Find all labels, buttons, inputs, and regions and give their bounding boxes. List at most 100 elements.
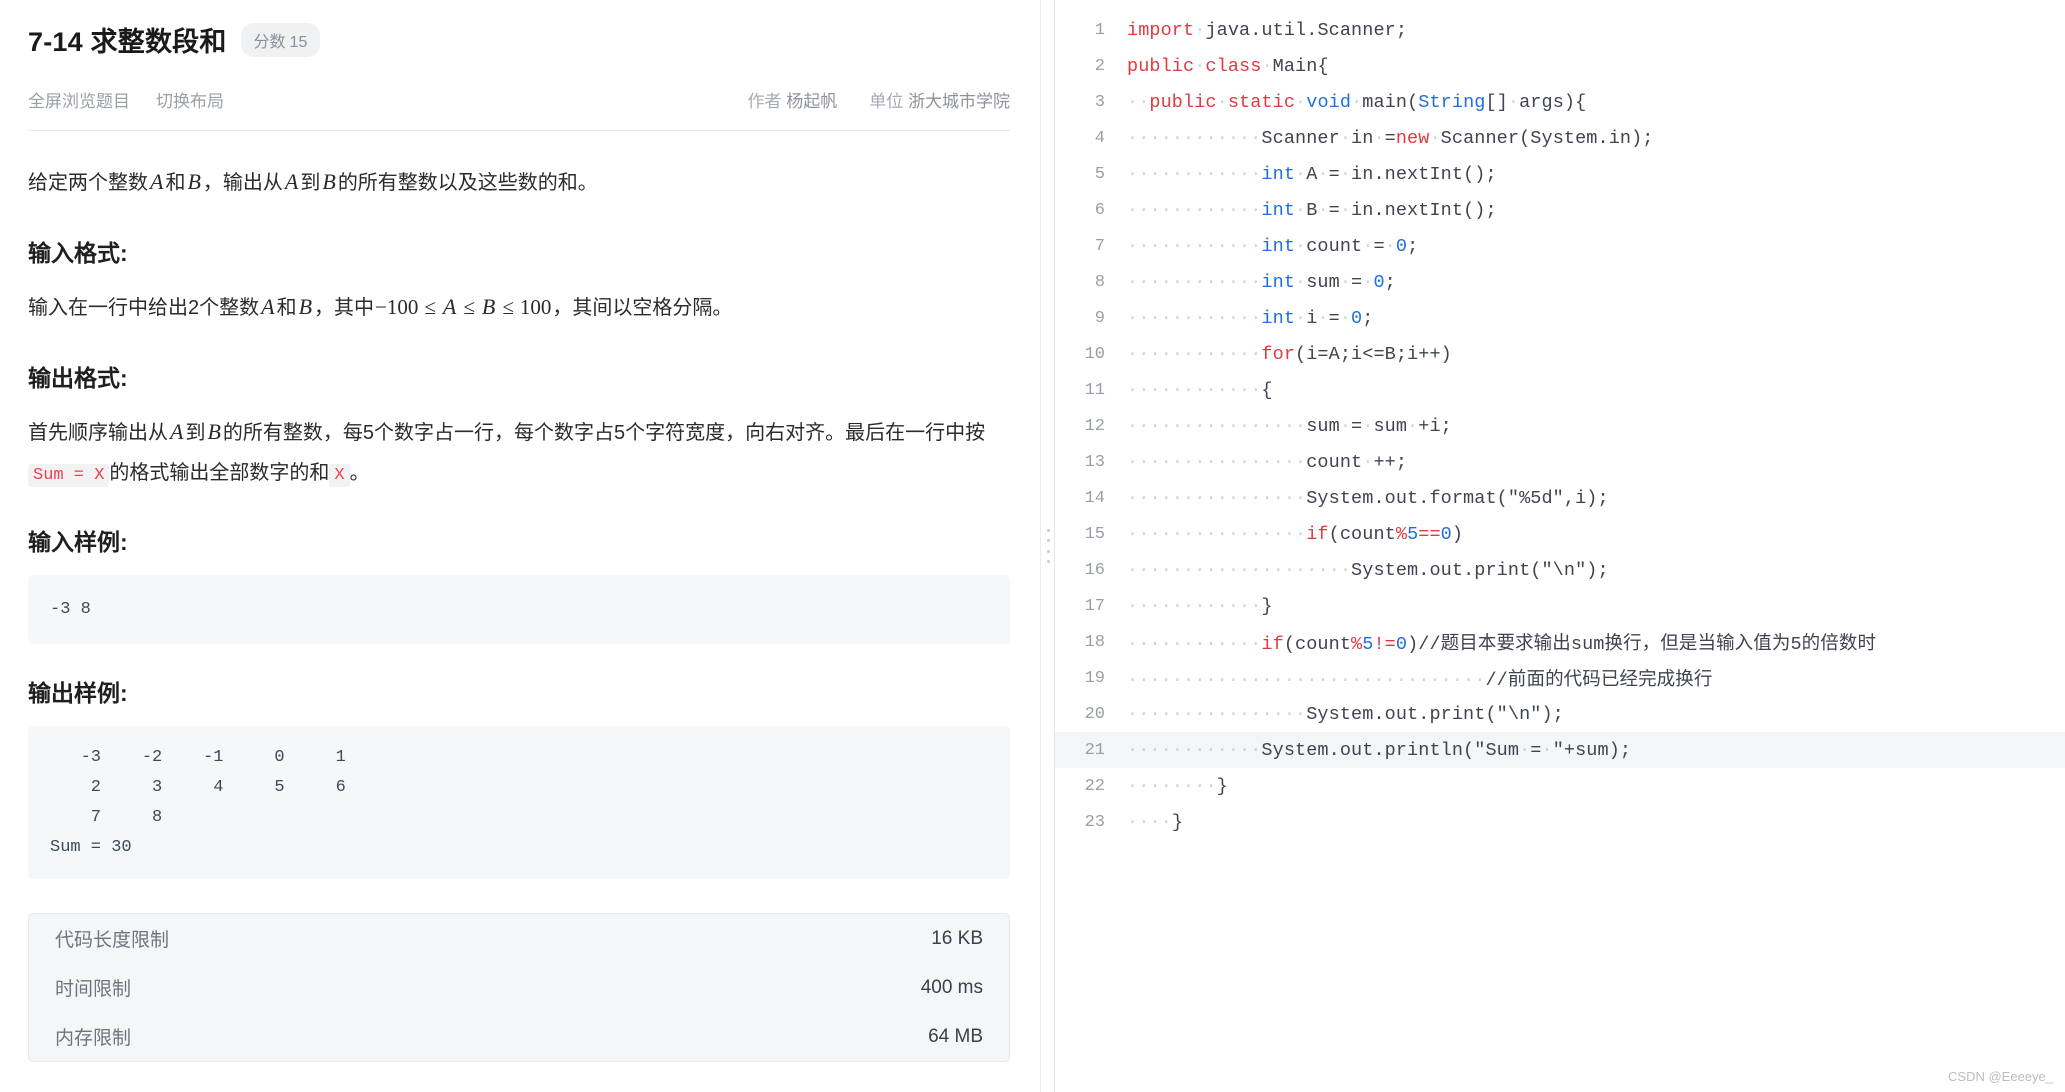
code-line-text[interactable]: ········} xyxy=(1127,776,1228,797)
limit-value: 16 KB xyxy=(931,927,983,949)
code-line[interactable]: 11 ············{ xyxy=(1055,372,2065,408)
out-text-3: 的所有整数，每5个数字占一行，每个数字占5个字符宽度，向右对齐。最后在一行中按 xyxy=(222,421,986,444)
line-number: 23 xyxy=(1084,812,1105,832)
input-format-heading: 输入格式: xyxy=(28,239,128,266)
math-le-1: ≤ xyxy=(424,294,436,319)
line-number: 12 xyxy=(1084,416,1105,436)
input-format-text: 输入在一行中给出2个整数A 和B ，其中−100 ≤ A ≤ B ≤100，其间以空格分隔。 xyxy=(28,286,988,329)
code-line-text[interactable]: ················sum·=·sum·+i; xyxy=(1127,416,1452,437)
code-line-text[interactable]: ············int·A·=·in.nextInt(); xyxy=(1127,164,1497,185)
code-line[interactable]: 8 ············int·sum·=·0; xyxy=(1055,264,2065,300)
code-editor-pane[interactable]: 1 import·java.util.Scanner; 2 public·class·… xyxy=(1054,0,2065,1092)
code-line[interactable]: 3 ··public·static·void·main(String[]·args… xyxy=(1055,84,2065,120)
desc-text-5: 的所有整数以及这些数的和。 xyxy=(337,172,598,194)
math-le-2: ≤ xyxy=(463,294,475,319)
input-sample-block: -3 8 xyxy=(28,574,1010,645)
math-var-b2: B xyxy=(322,169,336,194)
code-line-text[interactable]: ····} xyxy=(1127,812,1183,833)
code-line-text[interactable]: ················System.out.format("%5d",… xyxy=(1127,488,1609,509)
code-line-text[interactable]: ················System.out.print("\n"); xyxy=(1127,704,1564,725)
line-number: 16 xyxy=(1084,560,1105,580)
fullscreen-view-link[interactable]: 全屏浏览题目 xyxy=(28,87,130,112)
code-line[interactable]: 5 ············int·A·=·in.nextInt(); xyxy=(1055,156,2065,192)
line-number: 1 xyxy=(1094,20,1105,40)
code-line-text[interactable]: ············if(count%5!=0)//题目本要求输出sum换行… xyxy=(1127,629,1876,655)
code-line[interactable]: 9 ············int·i·=·0; xyxy=(1055,300,2065,336)
line-number: 18 xyxy=(1084,632,1105,652)
code-line[interactable]: 23 ····} xyxy=(1055,804,2065,840)
code-line-text[interactable]: public·class·Main{ xyxy=(1127,56,1329,77)
splitter-grip-icon[interactable] xyxy=(1046,529,1050,563)
math-neg-100: −100 xyxy=(375,294,419,319)
code-line-text[interactable]: ············for(i=A;i<=B;i++) xyxy=(1127,344,1452,365)
code-line[interactable]: 17 ············} xyxy=(1055,588,2065,624)
pane-splitter[interactable] xyxy=(1040,0,1054,1092)
limit-row-code-length: 代码长度限制 16 KB xyxy=(29,914,1009,963)
problem-description: 给定两个整数A 和B ，输出从A 到B 的所有整数以及这些数的和。 xyxy=(28,161,988,204)
code-line-text[interactable]: ················if(count%5==0) xyxy=(1127,524,1463,545)
code-line-text[interactable]: import·java.util.Scanner; xyxy=(1127,20,1407,41)
code-line[interactable]: 18 ············if(count%5!=0)//题目本要求输出sum… xyxy=(1055,624,2065,660)
code-line[interactable]: 16 ····················System.out.print("… xyxy=(1055,552,2065,588)
desc-text-4: 到 xyxy=(300,172,321,194)
line-number: 9 xyxy=(1094,308,1105,328)
out-text-1: 首先顺序输出从 xyxy=(28,421,168,444)
line-number: 3 xyxy=(1094,92,1105,112)
toggle-layout-link[interactable]: 切换布局 xyxy=(156,87,224,112)
code-line[interactable]: 22 ········} xyxy=(1055,768,2065,804)
code-line[interactable]: 20 ················System.out.print("\n")… xyxy=(1055,696,2065,732)
title-row: 7-14 求整数段和 分数 15 xyxy=(28,12,1010,59)
code-line[interactable]: 6 ············int·B·=·in.nextInt(); xyxy=(1055,192,2065,228)
code-line[interactable]: 7 ············int·count·=·0; xyxy=(1055,228,2065,264)
out-text-4: 的格式输出全部数字的和 xyxy=(109,461,330,484)
math-var-b4: B xyxy=(481,293,496,319)
out-text-5: 。 xyxy=(349,461,370,484)
code-line[interactable]: 19 ································//前面的代… xyxy=(1055,660,2065,696)
meta-row: 全屏浏览题目 切换布局 作者 杨起帆 单位 浙大城市学院 xyxy=(28,87,1010,112)
math-var-b5: B xyxy=(207,418,221,444)
code-line-text[interactable]: ············Scanner·in·=new·Scanner(Syst… xyxy=(1127,128,1654,149)
code-line[interactable]: 21 ············System.out.println("Sum·=·… xyxy=(1055,732,2065,768)
in-text-1: 输入在一行中给出2个整数 xyxy=(28,296,260,319)
code-line-text[interactable]: ············} xyxy=(1127,596,1273,617)
line-number: 8 xyxy=(1094,272,1105,292)
output-format-text: 首先顺序输出从A 到B 的所有整数，每5个数字占一行，每个数字占5个字符宽度，向右对… xyxy=(28,411,988,493)
code-line[interactable]: 10 ············for(i=A;i<=B;i++) xyxy=(1055,336,2065,372)
page-title: 7-14 求整数段和 xyxy=(28,27,227,57)
org-label: 单位 xyxy=(869,92,904,111)
code-line-text[interactable]: ································//前面的代码已… xyxy=(1127,665,1712,691)
code-line-text[interactable]: ············{ xyxy=(1127,380,1273,401)
code-line[interactable]: 15 ················if(count%5==0) xyxy=(1055,516,2065,552)
code-line-text[interactable]: ············int·sum·=·0; xyxy=(1127,272,1396,293)
in-text-3: ，其中 xyxy=(314,296,375,319)
org-info: 单位 浙大城市学院 xyxy=(869,87,1010,112)
code-line-text[interactable]: ············int·i·=·0; xyxy=(1127,308,1373,329)
code-line[interactable]: 4 ············Scanner·in·=new·Scanner(Sys… xyxy=(1055,120,2065,156)
math-var-a2: A xyxy=(284,169,299,194)
code-line[interactable]: 1 import·java.util.Scanner; xyxy=(1055,12,2065,48)
line-number: 5 xyxy=(1094,164,1105,184)
code-line[interactable]: 13 ················count·++; xyxy=(1055,444,2065,480)
limit-label: 代码长度限制 xyxy=(55,930,170,952)
code-line-text[interactable]: ············int·count·=·0; xyxy=(1127,236,1418,257)
code-line-text[interactable]: ····················System.out.print("\n… xyxy=(1127,560,1609,581)
problem-content: 给定两个整数A 和B ，输出从A 到B 的所有整数以及这些数的和。 输入格式: 输入在一… xyxy=(28,131,1010,1063)
limits-panel: 代码长度限制 16 KB 时间限制 400 ms 内存限制 64 MB xyxy=(28,913,1010,1063)
line-number: 6 xyxy=(1094,200,1105,220)
line-number: 17 xyxy=(1084,596,1105,616)
code-line[interactable]: 12 ················sum·=·sum·+i; xyxy=(1055,408,2065,444)
code-line-text[interactable]: ············int·B·=·in.nextInt(); xyxy=(1127,200,1497,221)
in-text-4: ，其间以空格分隔。 xyxy=(552,296,733,319)
code-line[interactable]: 14 ················System.out.format("%5d… xyxy=(1055,480,2065,516)
code-line-text[interactable]: ··public·static·void·main(String[]·args)… xyxy=(1127,92,1586,113)
code-line[interactable]: 2 public·class·Main{ xyxy=(1055,48,2065,84)
code-line-text[interactable]: ················count·++; xyxy=(1127,452,1407,473)
code-line-text[interactable]: ············System.out.println("Sum·=·"+… xyxy=(1127,740,1631,761)
app-root: 7-14 求整数段和 分数 15 全屏浏览题目 切换布局 作者 杨起帆 单位 浙大… xyxy=(0,0,2065,1092)
line-number: 13 xyxy=(1084,452,1105,472)
limit-value: 400 ms xyxy=(920,976,983,998)
inline-code-sum-format: Sum = X xyxy=(28,463,110,487)
code-lines-container[interactable]: 1 import·java.util.Scanner; 2 public·class·… xyxy=(1055,0,2065,840)
line-number: 20 xyxy=(1084,704,1105,724)
author-info: 作者 杨起帆 xyxy=(748,87,838,112)
